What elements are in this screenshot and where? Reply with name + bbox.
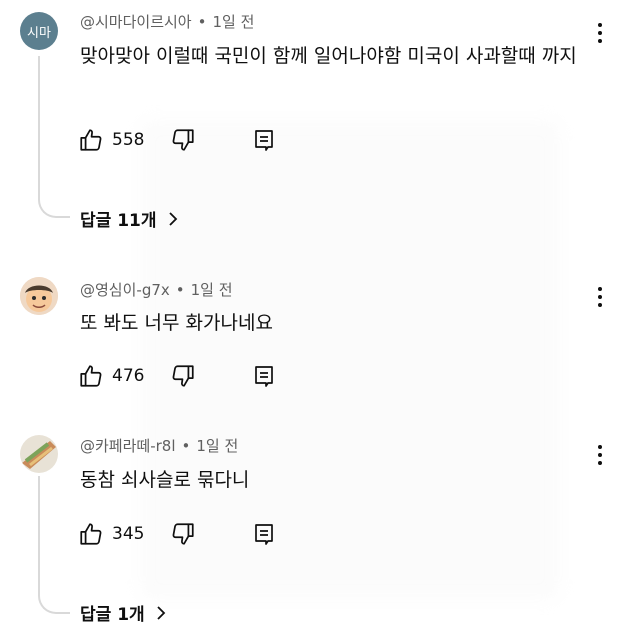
comment-icon: [255, 366, 273, 387]
dislike-button[interactable]: [170, 361, 196, 391]
avatar-image: [20, 435, 58, 473]
more-options-button[interactable]: [590, 440, 610, 470]
reply-button[interactable]: [252, 361, 276, 391]
thumbs-up-icon: [80, 523, 102, 545]
comment-meta: @영심이-g7x • 1일 전: [80, 279, 233, 300]
more-options-button[interactable]: [590, 18, 610, 48]
comment-time[interactable]: 1일 전: [191, 281, 233, 299]
chevron-right-icon: [157, 605, 165, 620]
reply-thread-line: [38, 476, 70, 614]
chevron-right-icon: [168, 211, 177, 226]
avatar-text: 시마: [27, 25, 51, 41]
thumbs-down-icon: [172, 523, 194, 545]
avatar-image: [20, 277, 58, 315]
comment-meta: @카페라떼-r8l • 1일 전: [80, 435, 238, 456]
like-count: 345: [112, 524, 145, 544]
author-name[interactable]: @카페라떼-r8l: [80, 437, 176, 455]
reply-button[interactable]: [252, 519, 276, 549]
dislike-button[interactable]: [170, 125, 196, 155]
thumbs-up-icon: [80, 365, 102, 387]
like-count: 476: [112, 366, 145, 386]
replies-label: 답글 1개: [80, 605, 145, 625]
separator-dot: •: [197, 13, 207, 31]
separator-dot: •: [175, 281, 185, 299]
comment-meta: @시마다이르시아 • 1일 전: [80, 11, 254, 32]
view-replies-button[interactable]: 답글 1개: [80, 600, 167, 625]
like-count: 558: [112, 130, 145, 150]
thumbs-up-icon: [80, 129, 102, 151]
comment-text: 맞아맞아 이럴때 국민이 함께 일어나야함 미국이 사과할때 까지: [80, 45, 577, 67]
like-button[interactable]: 345: [78, 519, 144, 549]
comment-text: 또 봐도 너무 화가나네요: [80, 312, 273, 334]
comment-icon: [255, 130, 273, 151]
avatar[interactable]: [20, 435, 58, 473]
like-button[interactable]: 558: [78, 125, 144, 155]
avatar[interactable]: [20, 277, 58, 315]
like-button[interactable]: 476: [78, 361, 144, 391]
more-options-button[interactable]: [590, 282, 610, 312]
separator-dot: •: [181, 437, 191, 455]
comment-icon: [255, 524, 273, 545]
background-watermark: [140, 120, 560, 600]
comment-text: 동참 쇠사슬로 묶다니: [80, 469, 250, 491]
reply-thread-line: [38, 56, 70, 218]
author-name[interactable]: @시마다이르시아: [80, 13, 192, 31]
replies-label: 답글 11개: [80, 211, 157, 231]
thumbs-down-icon: [172, 365, 194, 387]
view-replies-button[interactable]: 답글 11개: [80, 206, 179, 231]
comment-time[interactable]: 1일 전: [196, 437, 238, 455]
thumbs-down-icon: [172, 129, 194, 151]
author-name[interactable]: @영심이-g7x: [80, 281, 170, 299]
comment-time[interactable]: 1일 전: [212, 13, 254, 31]
reply-button[interactable]: [252, 125, 276, 155]
dislike-button[interactable]: [170, 519, 196, 549]
avatar[interactable]: 시마: [20, 12, 58, 50]
